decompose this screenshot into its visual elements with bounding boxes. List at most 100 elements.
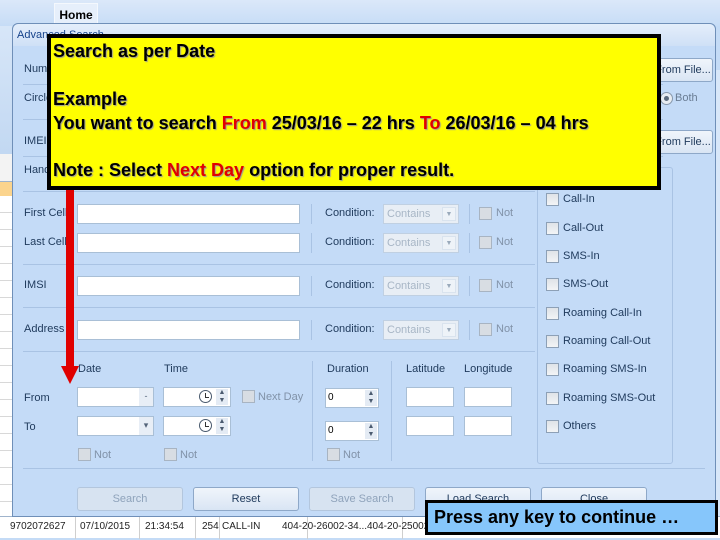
spinner-icon[interactable]: ▲ ▼ xyxy=(216,418,228,434)
call-in-checkbox[interactable] xyxy=(546,193,559,206)
chevron-down-icon[interactable]: - xyxy=(139,388,153,406)
chevron-down-icon: ▼ xyxy=(442,279,456,293)
arrow-down-icon xyxy=(61,366,79,384)
imsi-condition-select[interactable]: Contains ▼ xyxy=(383,276,459,296)
last-cell-condition-select[interactable]: Contains ▼ xyxy=(383,233,459,253)
sms-out-checkbox[interactable] xyxy=(546,278,559,291)
chevron-down-icon: ▼ xyxy=(442,323,456,337)
duration-to-input[interactable]: 0 ▲ ▼ xyxy=(325,421,379,441)
longitude-from-input[interactable] xyxy=(464,387,512,407)
callout-example-label: Example xyxy=(53,89,128,109)
call-type-label: Roaming SMS-In xyxy=(563,363,647,375)
date-not-checkbox[interactable] xyxy=(78,448,91,461)
search-button[interactable]: Search xyxy=(77,487,183,511)
condition-label: Condition: xyxy=(325,207,375,219)
imsi-input[interactable] xyxy=(77,276,300,296)
others-checkbox[interactable] xyxy=(546,420,559,433)
cell-time: 21:34:54 xyxy=(145,521,184,532)
time-not-checkbox[interactable] xyxy=(164,448,177,461)
roaming-sms-in-checkbox[interactable] xyxy=(546,363,559,376)
call-type-label: Roaming Call-Out xyxy=(563,335,651,347)
longitude-to-input[interactable] xyxy=(464,416,512,436)
cell-type: CALL-IN xyxy=(222,521,261,532)
duration-from-input[interactable]: 0 ▲ ▼ xyxy=(325,388,379,408)
call-out-checkbox[interactable] xyxy=(546,222,559,235)
sms-in-checkbox[interactable] xyxy=(546,250,559,263)
time-from-input[interactable]: ▲ ▼ xyxy=(163,387,231,407)
roaming-sms-out-checkbox[interactable] xyxy=(546,392,559,405)
last-cell-not-checkbox[interactable] xyxy=(479,236,492,249)
label-last-cell: Last Cell xyxy=(24,236,67,248)
save-search-button[interactable]: Save Search xyxy=(309,487,415,511)
label-longitude: Longitude xyxy=(464,363,513,375)
address-not-checkbox[interactable] xyxy=(479,323,492,336)
condition-label: Condition: xyxy=(325,236,375,248)
label-time: Time xyxy=(164,363,189,375)
address-input[interactable] xyxy=(77,320,300,340)
label-address: Address xyxy=(24,323,65,335)
label-both: Both xyxy=(675,92,698,104)
address-condition-select[interactable]: Contains ▼ xyxy=(383,320,459,340)
chevron-down-icon: ▼ xyxy=(442,207,456,221)
label-to: To xyxy=(24,421,36,433)
tutorial-callout: Search as per Date Example You want to s… xyxy=(47,34,661,190)
label-imsi: IMSI xyxy=(24,279,47,291)
not-label: Not xyxy=(496,236,514,248)
call-type-label: SMS-Out xyxy=(563,278,609,290)
label-first-cell: First Cell xyxy=(24,207,68,219)
first-cell-not-checkbox[interactable] xyxy=(479,207,492,220)
radio-both[interactable] xyxy=(660,92,673,105)
call-type-label: Others xyxy=(563,420,597,432)
label-duration: Duration xyxy=(327,363,369,375)
label-latitude: Latitude xyxy=(406,363,446,375)
cell-date: 07/10/2015 xyxy=(80,521,131,532)
duration-not-checkbox[interactable] xyxy=(327,448,340,461)
tab-home[interactable]: Home xyxy=(54,3,98,25)
roaming-call-in-checkbox[interactable] xyxy=(546,307,559,320)
next-day-highlight: Next Day xyxy=(167,160,245,180)
spinner-icon[interactable]: ▲ ▼ xyxy=(216,389,228,405)
spinner-icon[interactable]: ▲ ▼ xyxy=(365,423,377,439)
call-type-label: Call-In xyxy=(563,193,595,205)
time-to-input[interactable]: ▲ ▼ xyxy=(163,416,231,436)
cell-number: 9702072627 xyxy=(10,521,66,532)
cell-last-cell: 404-20-25002 xyxy=(367,521,430,532)
not-label: Not xyxy=(496,207,514,219)
next-day-label: Next Day xyxy=(258,391,304,403)
roaming-call-out-checkbox[interactable] xyxy=(546,335,559,348)
clock-icon xyxy=(199,390,212,403)
chevron-down-icon: ▼ xyxy=(442,236,456,250)
cell-first-cell: 404-20-26002-34... xyxy=(282,521,368,532)
call-type-label: SMS-In xyxy=(563,250,600,262)
imei-from-file-button[interactable]: From File... xyxy=(653,130,713,154)
label-from: From xyxy=(24,392,50,404)
call-type-label: Roaming SMS-Out xyxy=(563,392,656,404)
chevron-down-icon[interactable]: ▾ xyxy=(139,417,153,435)
last-cell-input[interactable] xyxy=(77,233,300,253)
call-type-label: Roaming Call-In xyxy=(563,307,642,319)
not-label: Not xyxy=(496,323,514,335)
spinner-icon[interactable]: ▲ ▼ xyxy=(365,390,377,406)
callout-note: Note : Select Next Day option for proper… xyxy=(53,160,455,180)
clock-icon xyxy=(199,419,212,432)
date-from-picker[interactable]: - xyxy=(77,387,154,407)
pointer-arrow-shaft xyxy=(66,190,74,368)
next-day-checkbox[interactable] xyxy=(242,390,255,403)
latitude-to-input[interactable] xyxy=(406,416,454,436)
condition-label: Condition: xyxy=(325,279,375,291)
latitude-from-input[interactable] xyxy=(406,387,454,407)
first-cell-input[interactable] xyxy=(77,204,300,224)
cell-duration: 254 xyxy=(202,521,219,532)
date-to-picker[interactable]: ▾ xyxy=(77,416,154,436)
not-label: Not xyxy=(496,279,514,291)
not-label: Not xyxy=(343,449,361,461)
first-cell-condition-select[interactable]: Contains ▼ xyxy=(383,204,459,224)
not-label: Not xyxy=(180,449,198,461)
reset-button[interactable]: Reset xyxy=(193,487,299,511)
label-imei: IMEI xyxy=(24,135,47,147)
number-from-file-button[interactable]: From File... xyxy=(653,58,713,82)
to-highlight: To xyxy=(419,113,441,133)
press-any-key-banner[interactable]: Press any key to continue … xyxy=(425,500,718,535)
from-highlight: From xyxy=(221,113,267,133)
imsi-not-checkbox[interactable] xyxy=(479,279,492,292)
